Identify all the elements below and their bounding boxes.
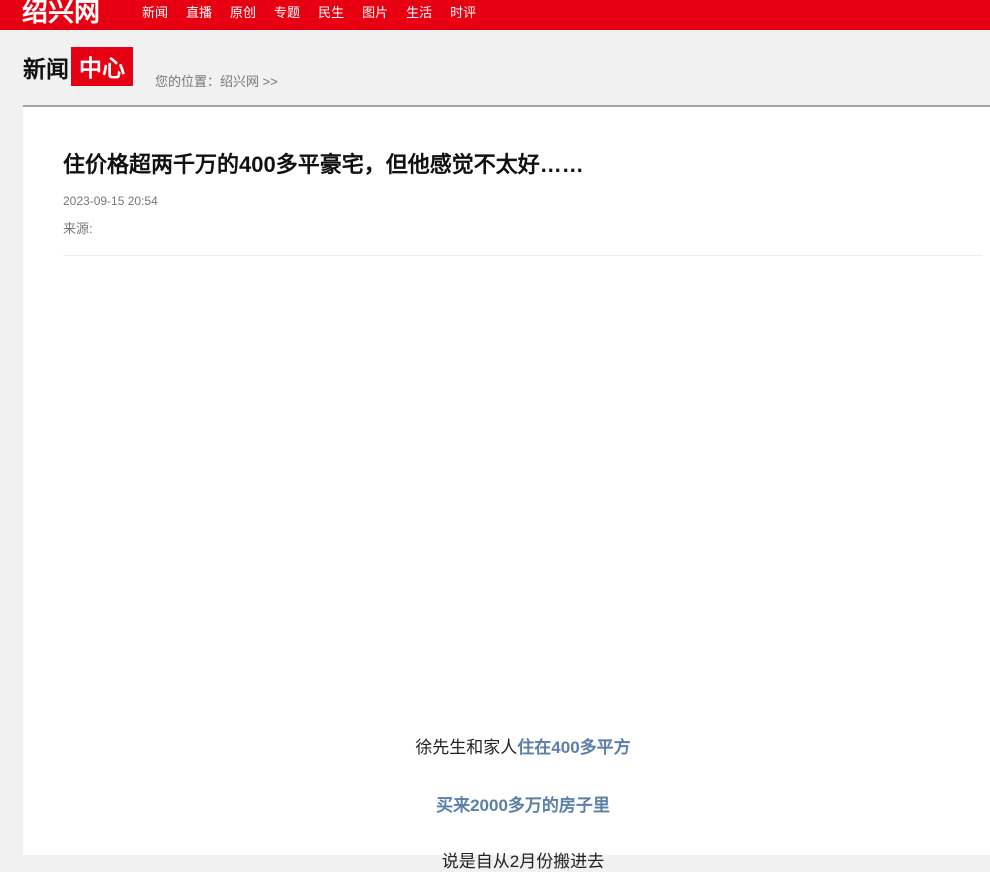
article-title: 住价格超两千万的400多平豪宅，但他感觉不太好…… [63,152,584,177]
paragraph-highlight: 买来2000多万的房子里 [436,796,610,815]
main-nav: 新闻 直播 原创 专题 民生 图片 生活 时评 [142,2,494,21]
meta-divider [63,255,982,256]
top-bar: 绍兴网 新闻 直播 原创 专题 民生 图片 生活 时评 [0,0,990,30]
breadcrumb: 您的位置：绍兴网 >> [155,71,278,90]
article-paragraph: 买来2000多万的房子里 [23,791,990,816]
nav-item-topics[interactable]: 专题 [274,2,300,21]
article-paragraph: 说是自从2月份搬进去 [23,847,990,872]
paragraph-highlight: 住在400多平方 [517,738,631,757]
article-paragraph: 徐先生和家人住在400多平方 [23,733,990,758]
nav-item-photos[interactable]: 图片 [362,2,388,21]
site-logo[interactable]: 绍兴网 [22,0,100,29]
breadcrumb-separator: >> [259,74,278,89]
nav-item-livelihood[interactable]: 民生 [318,2,344,21]
nav-item-original[interactable]: 原创 [230,2,256,21]
nav-item-life[interactable]: 生活 [406,2,432,21]
breadcrumb-label: 您的位置： [155,74,221,89]
article-source: 来源: [63,221,93,236]
section-title: 新闻 中心 [23,47,133,86]
section-title-plain: 新闻 [23,55,69,82]
paragraph-text: 徐先生和家人 [415,738,518,757]
section-title-box: 中心 [71,47,133,86]
article-date: 2023-09-15 20:54 [63,194,158,208]
nav-item-news[interactable]: 新闻 [142,2,168,21]
nav-item-commentary[interactable]: 时评 [450,2,476,21]
breadcrumb-home-link[interactable]: 绍兴网 [220,74,259,89]
nav-item-live[interactable]: 直播 [186,2,212,21]
article-panel: 住价格超两千万的400多平豪宅，但他感觉不太好…… 2023-09-15 20:… [23,107,990,871]
